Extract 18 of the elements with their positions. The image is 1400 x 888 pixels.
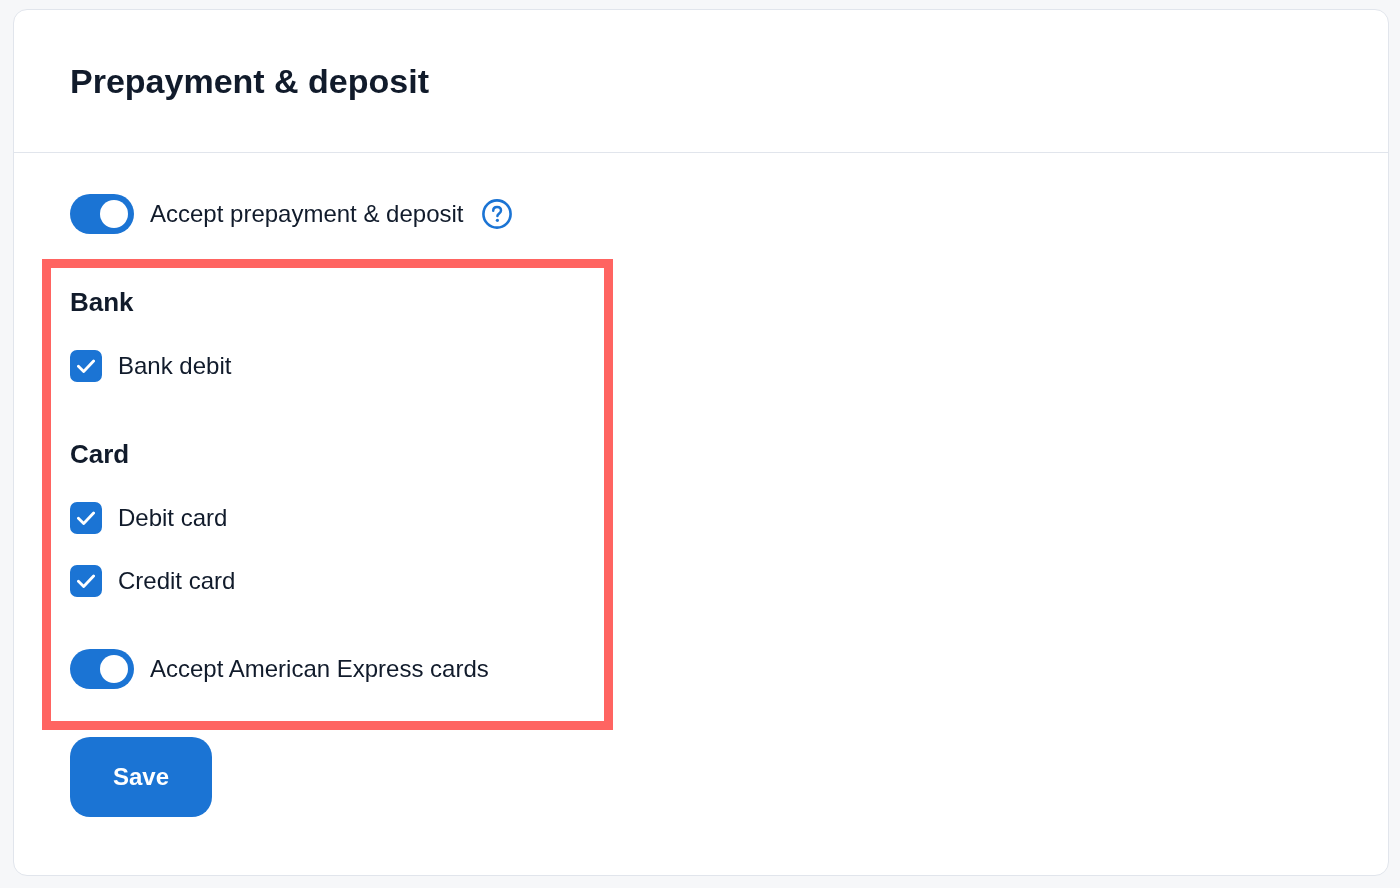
check-icon bbox=[77, 511, 95, 525]
toggle-switch[interactable] bbox=[70, 194, 134, 234]
checkbox[interactable] bbox=[70, 350, 102, 382]
card-title: Prepayment & deposit bbox=[70, 60, 429, 102]
checkbox[interactable] bbox=[70, 565, 102, 597]
toggle-switch[interactable] bbox=[70, 649, 134, 689]
toggle-label: Accept prepayment & deposit bbox=[150, 199, 464, 229]
checkbox-label: Debit card bbox=[118, 503, 228, 533]
check-icon bbox=[77, 574, 95, 588]
save-button[interactable]: Save bbox=[70, 737, 212, 817]
checkbox-label: Credit card bbox=[118, 566, 236, 596]
toggle-label: Accept American Express cards bbox=[150, 654, 489, 684]
section-heading: Card bbox=[70, 438, 130, 471]
section-heading: Bank bbox=[70, 286, 134, 319]
check-icon bbox=[77, 359, 95, 373]
checkbox-label: Bank debit bbox=[118, 351, 232, 381]
checkbox[interactable] bbox=[70, 502, 102, 534]
help-icon[interactable] bbox=[481, 199, 512, 229]
